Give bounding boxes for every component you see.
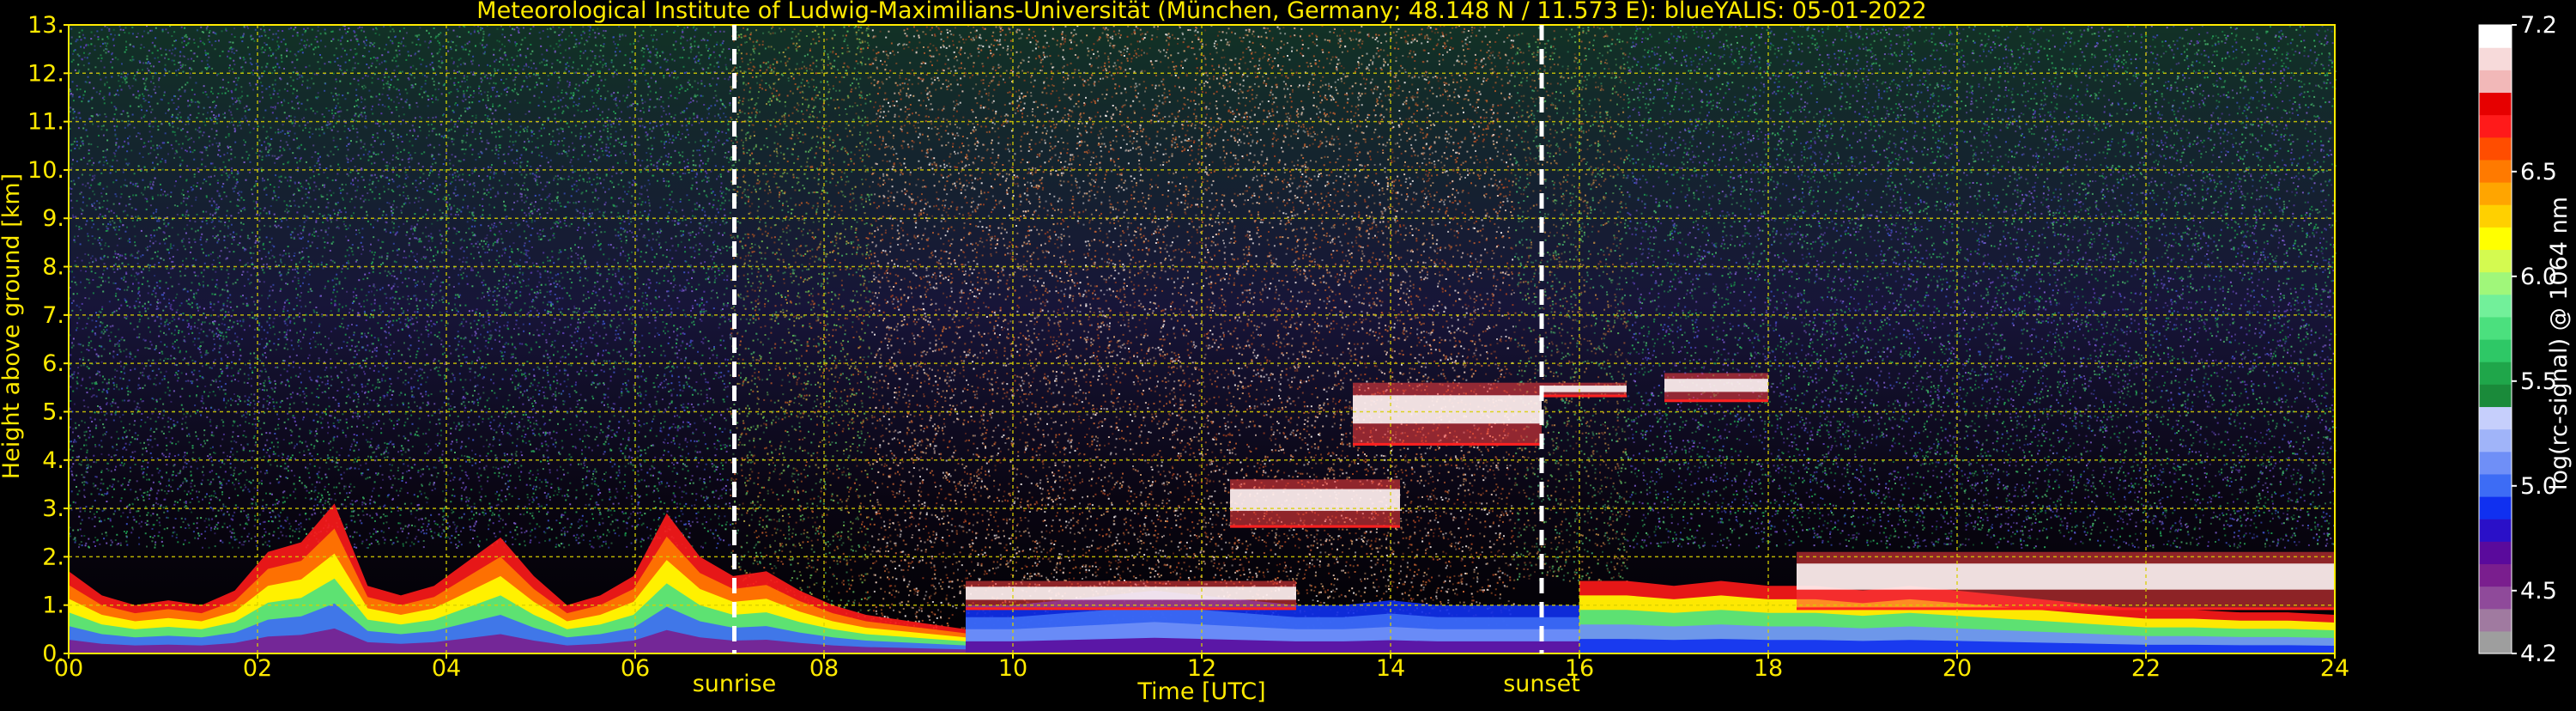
y-tick-label: 7. (42, 302, 64, 329)
y-axis-label: Height above ground [km] (0, 173, 25, 479)
y-tick-label: 3. (42, 495, 64, 522)
y-tick-label: 9. (42, 205, 64, 232)
chart-svg: 000204060810121416182022240.1.2.3.4.5.6.… (0, 0, 2576, 708)
colorbar-swatch (2479, 339, 2512, 362)
colorbar-tick-label: 4.2 (2520, 641, 2557, 667)
colorbar-swatch (2479, 204, 2512, 228)
x-tick-label: 04 (432, 655, 461, 682)
lidar-quicklook-chart: 000204060810121416182022240.1.2.3.4.5.6.… (0, 0, 2576, 708)
y-tick-label: 0. (42, 641, 64, 667)
colorbar-swatch (2479, 227, 2512, 250)
sunrise-label: sunrise (693, 671, 777, 697)
colorbar-swatch (2479, 115, 2512, 138)
x-tick-label: 14 (1376, 655, 1405, 682)
colorbar-swatch (2479, 47, 2512, 70)
cloud-layer (1230, 479, 1400, 527)
colorbar-swatch (2479, 429, 2512, 453)
colorbar-swatch (2479, 70, 2512, 93)
colorbar-swatch (2479, 249, 2512, 272)
colorbar-swatch (2479, 452, 2512, 475)
colorbar-tick-label: 7.2 (2520, 12, 2557, 39)
x-tick-label: 08 (809, 655, 839, 682)
colorbar-swatch (2479, 631, 2512, 654)
cloud-layer (1542, 383, 1627, 398)
x-axis-label: Time [UTC] (1136, 678, 1265, 705)
colorbar-swatch (2479, 609, 2512, 632)
colorbar-swatch (2479, 272, 2512, 295)
colorbar-swatch (2479, 384, 2512, 407)
colorbar-label: log(rc-signal) @ 1064 nm (2546, 197, 2573, 490)
chart-title: Meteorological Institute of Ludwig-Maxim… (476, 0, 1926, 24)
x-tick-label: 06 (621, 655, 650, 682)
cloud-layer (1797, 552, 2335, 611)
colorbar-swatch (2479, 563, 2512, 586)
y-tick-label: 5. (42, 398, 64, 425)
y-tick-label: 10. (27, 157, 64, 184)
colorbar-swatch (2479, 317, 2512, 340)
y-tick-label: 4. (42, 447, 64, 474)
colorbar-swatch (2479, 160, 2512, 183)
cloud-layer (966, 581, 1296, 611)
colorbar-swatch (2479, 406, 2512, 429)
x-tick-label: 22 (2131, 655, 2161, 682)
colorbar-swatch (2479, 137, 2512, 161)
sunset-label: sunset (1503, 671, 1580, 697)
y-tick-label: 8. (42, 254, 64, 281)
y-tick-label: 13. (27, 12, 64, 39)
y-tick-label: 1. (42, 592, 64, 619)
x-tick-label: 24 (2320, 655, 2349, 682)
colorbar-swatch (2479, 92, 2512, 115)
colorbar-swatch (2479, 474, 2512, 497)
colorbar-swatch (2479, 182, 2512, 205)
cloud-layer (1353, 383, 1542, 446)
y-tick-label: 11. (27, 109, 64, 136)
x-tick-label: 20 (1943, 655, 1972, 682)
colorbar-swatch (2479, 295, 2512, 318)
colorbar-swatch (2479, 496, 2512, 520)
y-tick-label: 12. (27, 60, 64, 87)
colorbar-swatch (2479, 362, 2512, 385)
cloud-layer (1664, 373, 1768, 402)
x-tick-label: 18 (1754, 655, 1783, 682)
colorbar-swatch (2479, 586, 2512, 610)
colorbar-swatch (2479, 25, 2512, 48)
colorbar-swatch (2479, 541, 2512, 564)
x-tick-label: 10 (998, 655, 1027, 682)
colorbar-tick-label: 4.5 (2520, 578, 2557, 605)
y-tick-label: 6. (42, 350, 64, 377)
x-tick-label: 02 (243, 655, 272, 682)
colorbar-tick-label: 6.5 (2520, 159, 2557, 185)
y-tick-label: 2. (42, 544, 64, 570)
colorbar-swatch (2479, 519, 2512, 542)
